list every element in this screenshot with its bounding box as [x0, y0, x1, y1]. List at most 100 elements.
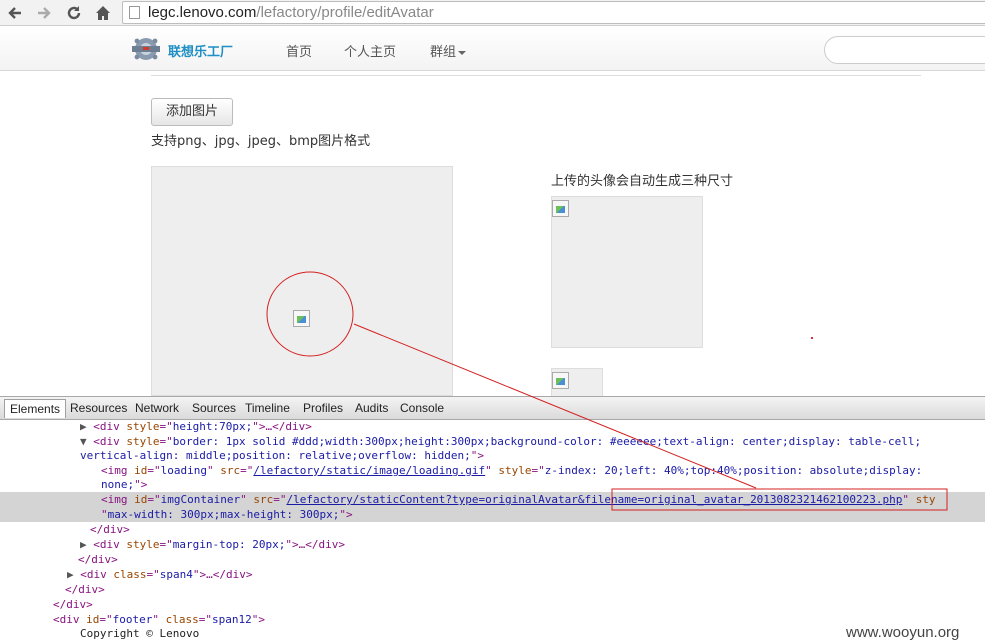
eq-text: ="	[147, 464, 161, 477]
text-node: Copyright © Lenovo	[80, 627, 200, 640]
dom-line-selected[interactable]: <img id="imgContainer" src="/lefactory/s…	[0, 492, 985, 507]
eq-text: ="	[531, 464, 545, 477]
value-text: border: 1px solid #ddd;width:300px;heigh…	[172, 435, 922, 448]
add-image-button[interactable]: 添加图片	[151, 98, 233, 126]
logo-text: 联想乐工厂	[168, 44, 234, 59]
collapse-triangle-icon[interactable]: ▼	[80, 435, 87, 448]
broken-image-icon	[293, 310, 310, 327]
tag-text: ">	[251, 613, 265, 626]
tag-text: </div>	[53, 598, 93, 611]
dom-line[interactable]: </div>	[0, 522, 985, 537]
eq-text: ="	[159, 538, 173, 551]
tab-timeline[interactable]: Timeline	[245, 401, 290, 415]
dom-line[interactable]: <img id="loading" src="/lefactory/static…	[0, 463, 985, 478]
tag-text: ">	[134, 478, 148, 491]
tab-sources[interactable]: Sources	[192, 401, 236, 415]
tag-text: ">	[339, 508, 353, 521]
eq-text: ="	[99, 613, 113, 626]
value-text: span4	[159, 568, 193, 581]
dom-line[interactable]: Copyright © Lenovo	[0, 626, 985, 641]
divider	[151, 75, 921, 76]
broken-image-icon	[552, 372, 569, 389]
attr-text: style	[126, 538, 160, 551]
dom-line[interactable]: ▶ <div style="margin-top: 20px;">…</div>	[0, 537, 985, 552]
dom-line-wrap: vertical-align: middle;position: relativ…	[0, 448, 985, 463]
site-logo[interactable]: 联想乐工厂	[128, 36, 238, 62]
nav-groups-label: 群组	[430, 45, 457, 60]
nav-groups[interactable]: 群组	[430, 41, 467, 60]
expand-triangle-icon[interactable]: ▶	[67, 568, 74, 581]
tab-console[interactable]: Console	[400, 401, 444, 415]
attr-text: class	[165, 613, 199, 626]
home-icon[interactable]	[92, 2, 114, 24]
dom-line-wrap: "max-width: 300px;max-height: 300px;">	[0, 507, 985, 522]
dom-line[interactable]: <div id="footer" class="span12">	[0, 612, 985, 627]
quote-text: "	[206, 464, 221, 477]
attr-text: style	[498, 464, 532, 477]
tab-resources[interactable]: Resources	[70, 401, 127, 415]
quote-text: "	[152, 613, 166, 626]
quote-text: "	[101, 508, 108, 521]
watermark: www.wooyun.org	[846, 624, 960, 641]
dom-line-wrap: none;">	[0, 477, 985, 492]
value-text: span12	[212, 613, 252, 626]
page-icon	[129, 6, 140, 19]
eq-text: ="	[273, 493, 287, 506]
value-text: z-index: 20;left: 40%;top:40%;position: …	[544, 464, 923, 477]
value-text: footer	[112, 613, 153, 626]
tag-text: <div	[80, 568, 114, 581]
address-bar[interactable]: legc.lenovo.com/lefactory/profile/editAv…	[122, 1, 985, 24]
tag-text: <div	[53, 613, 87, 626]
value-text: imgContainer	[160, 493, 241, 506]
quote-text: "	[902, 493, 916, 506]
nav-home[interactable]: 首页	[286, 41, 312, 60]
dom-line[interactable]: </div>	[0, 582, 985, 597]
tab-profiles[interactable]: Profiles	[303, 401, 343, 415]
tab-audits[interactable]: Audits	[355, 401, 388, 415]
url-path: /lefactory/profile/editAvatar	[256, 4, 434, 21]
expand-triangle-icon[interactable]: ▶	[80, 420, 87, 433]
quote-text: "	[485, 464, 499, 477]
value-text: none;	[101, 478, 135, 491]
src-link[interactable]: /lefactory/staticContent?type=originalAv…	[286, 493, 902, 506]
dom-line[interactable]: ▼ <div style="border: 1px solid #ddd;wid…	[0, 434, 985, 449]
value-text: vertical-align: middle;position: relativ…	[80, 449, 471, 462]
broken-image-icon	[552, 200, 569, 217]
url-text: legc.lenovo.com/lefactory/profile/editAv…	[148, 4, 434, 21]
attr-text: style	[126, 420, 160, 433]
value-text: max-width: 300px;max-height: 300px;	[107, 508, 340, 521]
nav-profile[interactable]: 个人主页	[344, 41, 396, 60]
avatar-preview-large	[551, 196, 703, 348]
attr-text: id	[134, 493, 148, 506]
expand-triangle-icon[interactable]: ▶	[80, 538, 87, 551]
src-link[interactable]: /lefactory/static/image/loading.gif	[253, 464, 485, 477]
tag-text: <img	[101, 493, 135, 506]
eq-text: ="	[240, 464, 254, 477]
value-text: height:70px;	[172, 420, 253, 433]
eq-text: ="	[146, 568, 160, 581]
tab-network[interactable]: Network	[135, 401, 179, 415]
chevron-down-icon	[458, 50, 467, 55]
tag-text: ">…</div>	[192, 568, 253, 581]
dom-line[interactable]: </div>	[0, 597, 985, 612]
back-arrow-icon[interactable]	[4, 2, 26, 24]
value-text: margin-top: 20px;	[172, 538, 286, 551]
tab-elements[interactable]: Elements	[4, 399, 67, 418]
tag-text: ">…</div>	[285, 538, 345, 551]
dom-line[interactable]: ▶ <div style="height:70px;">…</div>	[0, 419, 985, 434]
reload-icon[interactable]	[63, 2, 85, 24]
dom-line[interactable]: ▶ <div class="span4">…</div>	[0, 567, 985, 582]
search-input[interactable]	[824, 36, 985, 64]
dom-line[interactable]: </div>	[0, 552, 985, 567]
eq-text: ="	[147, 493, 161, 506]
tag-text: ">	[470, 449, 484, 462]
attr-text: id	[86, 613, 100, 626]
value-text: loading	[160, 464, 207, 477]
stray-dot	[811, 337, 813, 339]
attr-text: src	[253, 493, 274, 506]
logo-mark-icon	[132, 38, 160, 60]
tag-text: <div	[93, 538, 127, 551]
forward-arrow-icon[interactable]	[33, 2, 55, 24]
tag-text: <img	[101, 464, 135, 477]
quote-text: "	[240, 493, 254, 506]
